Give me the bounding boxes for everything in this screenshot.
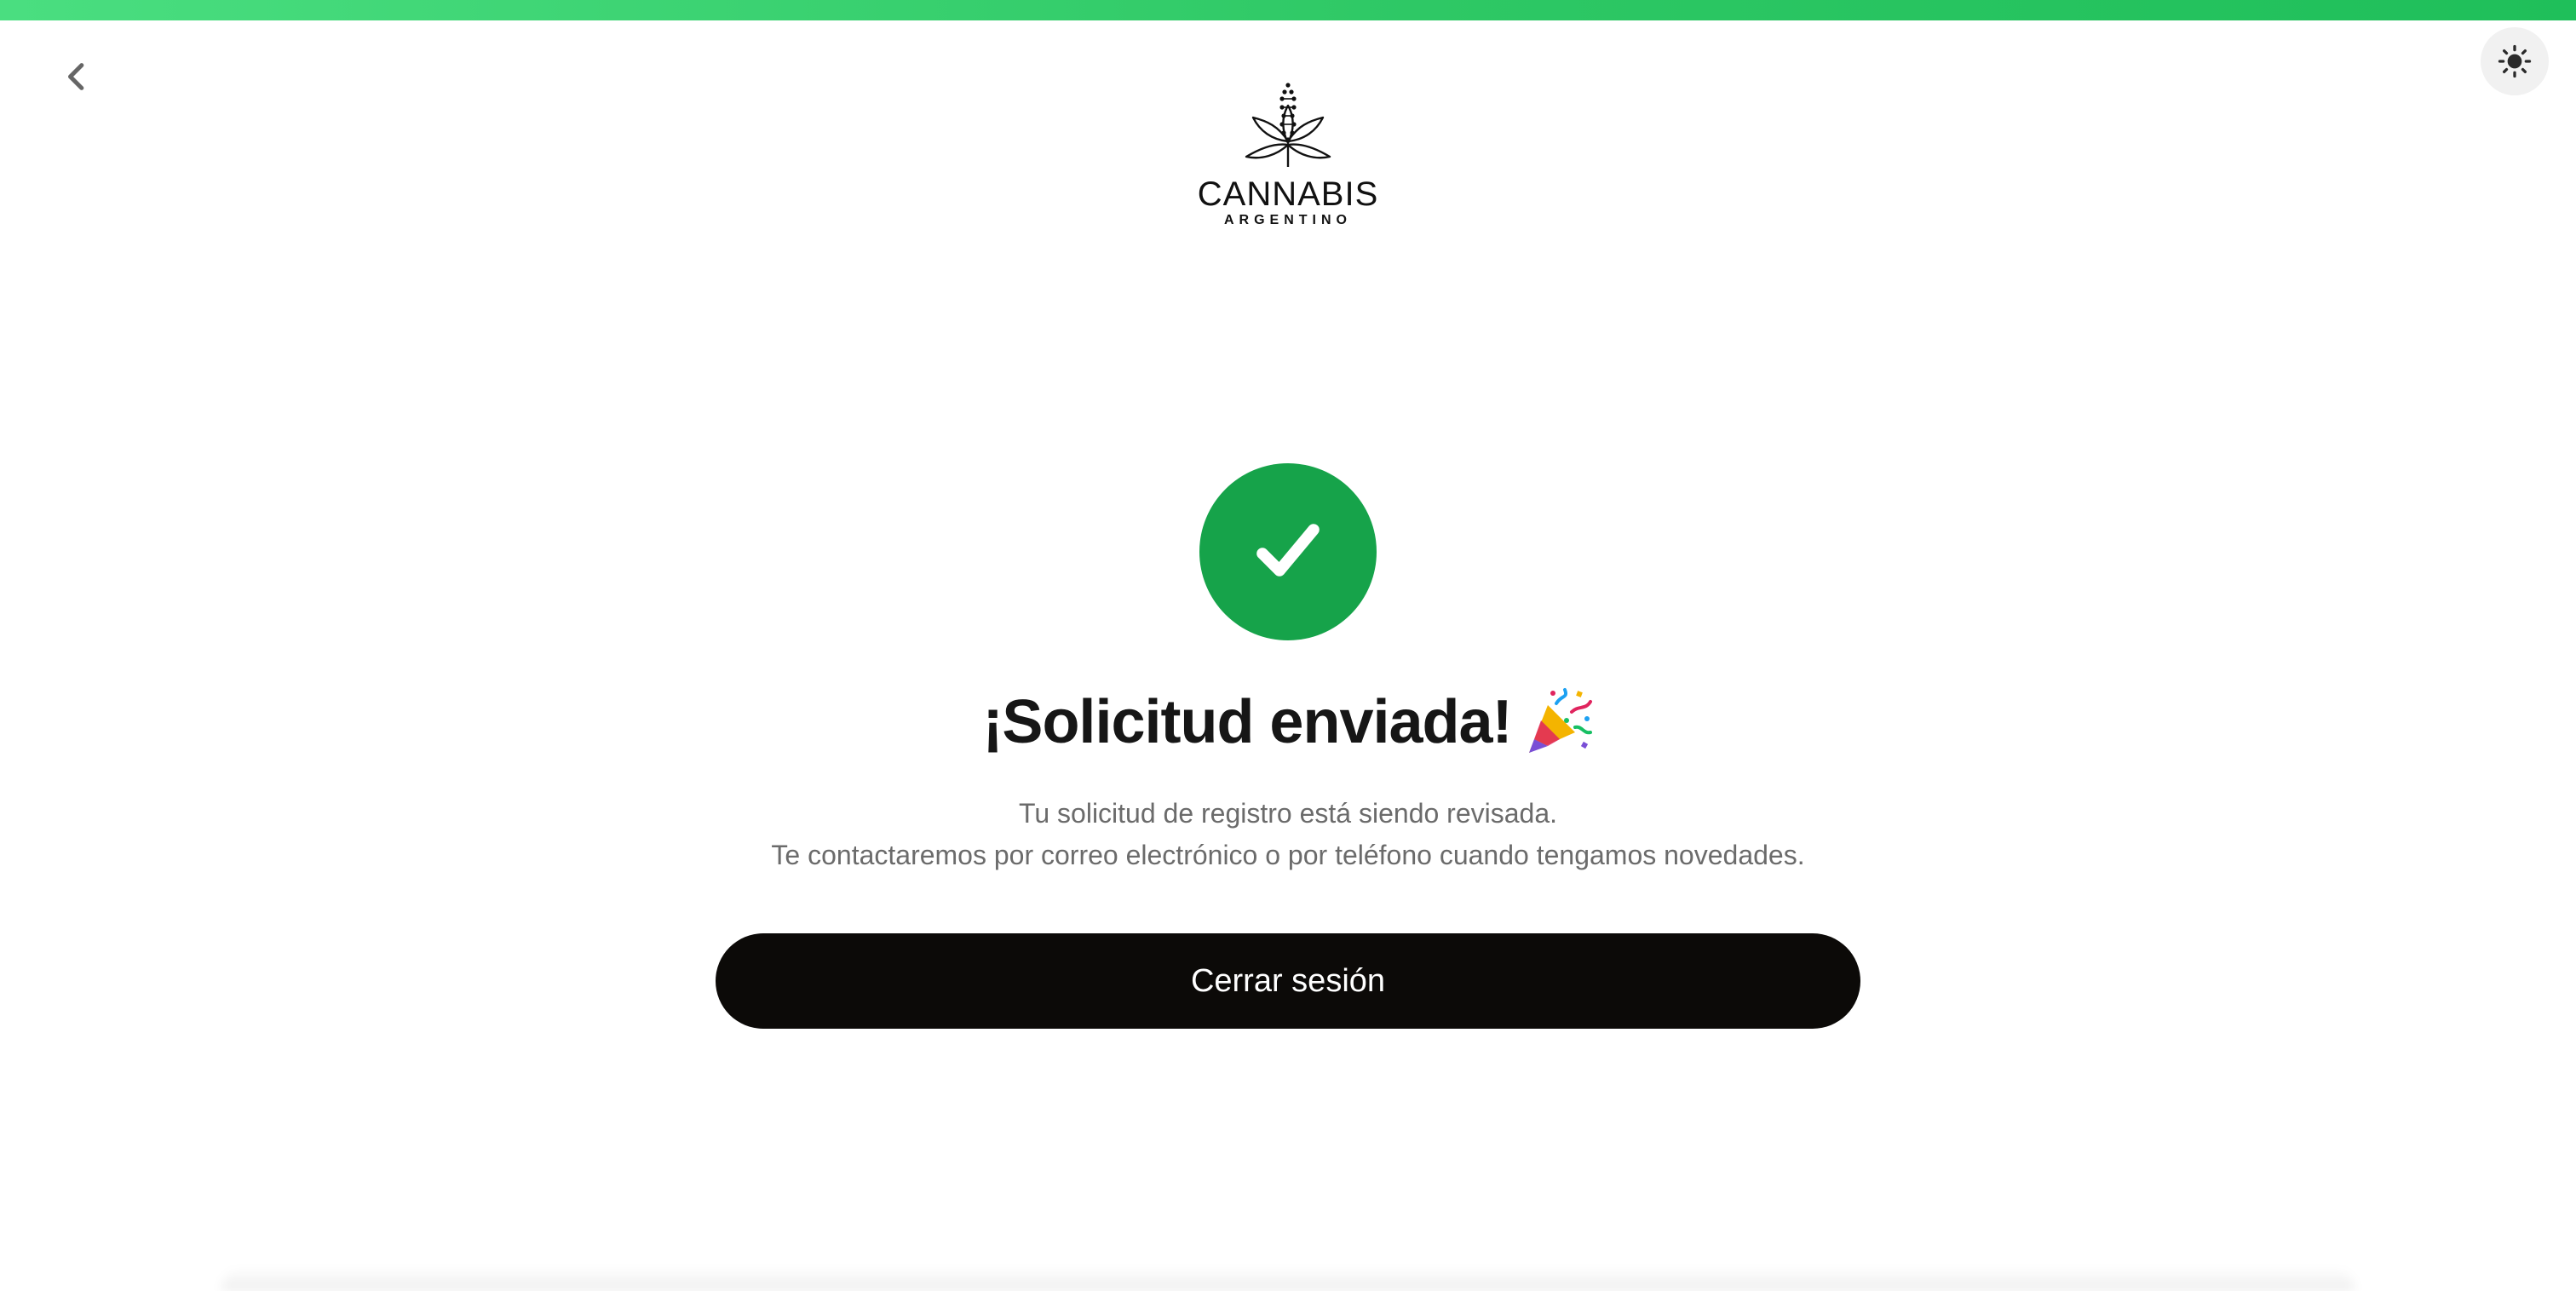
description-line-2: Te contactaremos por correo electrónico … xyxy=(771,840,1805,870)
sun-icon xyxy=(2498,44,2532,78)
party-popper-icon xyxy=(1522,686,1594,758)
top-progress-bar xyxy=(0,0,2576,20)
description-line-1: Tu solicitud de registro está siendo rev… xyxy=(1018,798,1558,829)
logo-name: CANNABIS xyxy=(1197,175,1379,213)
page-title: ¡Solicitud enviada! xyxy=(982,688,1512,756)
back-button[interactable] xyxy=(51,51,102,102)
chevron-left-icon xyxy=(68,63,84,90)
bottom-sheet-shadow xyxy=(221,1267,2355,1291)
logo-subtitle: ARGENTINO xyxy=(1224,213,1352,227)
cannabis-leaf-logo-icon xyxy=(1245,83,1331,167)
check-icon xyxy=(1256,524,1320,577)
success-badge xyxy=(1199,463,1377,640)
theme-toggle-button[interactable] xyxy=(2481,27,2549,95)
title-row: ¡Solicitud enviada! xyxy=(0,681,2576,763)
brand-logo: CANNABIS ARGENTINO xyxy=(1194,82,1382,235)
logout-button[interactable]: Cerrar sesión xyxy=(716,933,1860,1029)
page: CANNABIS ARGENTINO ¡Solicitud enviada! T… xyxy=(0,0,2576,1291)
